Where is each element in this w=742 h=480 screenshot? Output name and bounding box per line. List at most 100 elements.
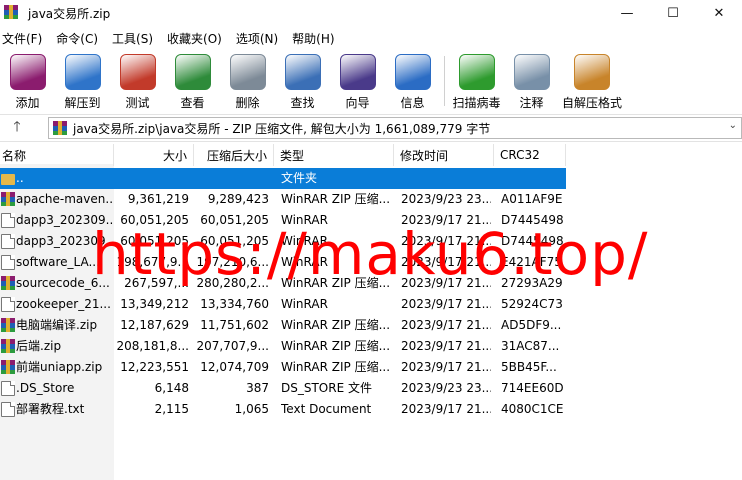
toolbar: 添加 解压到 测试 查看 删除 查找 向导 信息 扫描病毒 注释 自解压格式 (0, 50, 742, 112)
chevron-down-icon[interactable]: ⌄ (729, 120, 737, 131)
menu-commands[interactable]: 命令(C) (54, 30, 104, 47)
cell-crc: 4080C1CE (501, 402, 563, 416)
toolbar-button-1[interactable]: 解压到 (55, 50, 110, 112)
cell-modified: 2023/9/17 21... (401, 402, 491, 416)
path-text: java交易所.zip\java交易所 - ZIP 压缩文件, 解包大小为 1,… (73, 121, 491, 136)
cell-size: 2,115 (154, 402, 189, 416)
menu-options[interactable]: 选项(N) (234, 30, 284, 47)
table-row[interactable]: dapp3_202309... 60,051,205 60,051,205 WinRA… (0, 210, 566, 231)
cell-type: WinRAR ZIP 压缩... (281, 192, 389, 206)
toolbar-button-2[interactable]: 测试 (110, 50, 165, 112)
comment-icon (513, 54, 550, 90)
column-header-size[interactable]: 大小 (114, 144, 194, 166)
toolbar-label: 添加 (15, 96, 40, 110)
cell-name: .DS_Store (16, 381, 75, 395)
column-header-crc32[interactable]: CRC32 (494, 144, 566, 166)
cell-name: sourcecode_6... (16, 276, 110, 290)
cell-name: 部署教程.txt (16, 402, 85, 416)
cell-modified (401, 168, 491, 189)
winrar-zip-icon (1, 276, 15, 291)
cell-packed: 12,074,709 (200, 360, 269, 374)
cell-size: 13,349,212 (120, 297, 189, 311)
toolbar-button-5[interactable]: 查找 (275, 50, 330, 112)
table-row[interactable]: sourcecode_6... 267,597,... 280,280,2... Wi… (0, 273, 566, 294)
table-row[interactable]: dapp3_202309... 60,051,205 60,051,205 WinRA… (0, 231, 566, 252)
table-row[interactable]: 部署教程.txt 2,115 1,065 Text Document 2023/9/17… (0, 399, 566, 420)
cell-name: 前端uniapp.zip (16, 360, 103, 374)
cell-name: dapp3_202309... (16, 213, 114, 227)
toolbar-button-7[interactable]: 信息 (385, 50, 440, 112)
path-field[interactable]: java交易所.zip\java交易所 - ZIP 压缩文件, 解包大小为 1,… (48, 117, 742, 139)
winrar-zip-icon (1, 192, 15, 207)
table-row[interactable]: .DS_Store 6,148 387 DS_STORE 文件 2023/9/23 23… (0, 378, 566, 399)
winrar-app-icon (4, 5, 20, 21)
cell-crc: 5BB45F... (501, 360, 557, 374)
cell-modified: 2023/9/17 21... (401, 255, 491, 269)
document-icon (1, 297, 15, 312)
toolbar-button-4[interactable]: 删除 (220, 50, 275, 112)
cell-name: .. (16, 171, 24, 185)
toolbar-button-8[interactable]: 扫描病毒 (449, 50, 504, 112)
table-row[interactable]: 前端uniapp.zip 12,223,551 12,074,709 WinRAR Z… (0, 357, 566, 378)
window-controls: — ☐ ✕ (604, 0, 742, 26)
cell-type: WinRAR (281, 234, 328, 248)
toolbar-button-0[interactable]: 添加 (0, 50, 55, 112)
cell-size: 12,187,629 (120, 318, 189, 332)
file-list[interactable]: 名称 大小 压缩后大小 类型 修改时间 CRC32 .. 文件夹 apache-ma… (0, 144, 742, 480)
column-header-packed[interactable]: 压缩后大小 (194, 144, 274, 166)
sfx-box-icon (574, 54, 610, 90)
cell-modified: 2023/9/17 21... (401, 318, 491, 332)
virus-scan-icon (458, 54, 495, 90)
table-row[interactable]: apache-maven... 9,361,219 9,289,423 WinRAR … (0, 189, 566, 210)
up-arrow-icon[interactable]: 🡑 (0, 115, 34, 141)
cell-packed: 13,334,760 (200, 297, 269, 311)
cell-name: zookeeper_21... (16, 297, 111, 311)
cell-type: 文件夹 (281, 171, 318, 185)
table-row[interactable]: 后端.zip 208,181,8... 207,707,9... WinRAR ZIP… (0, 336, 566, 357)
toolbar-button-3[interactable]: 查看 (165, 50, 220, 112)
cell-type: Text Document (281, 402, 372, 416)
minimize-button[interactable]: — (604, 0, 650, 26)
toolbar-label: 自解压格式 (561, 96, 622, 110)
table-row[interactable]: zookeeper_21... 13,349,212 13,334,760 WinRA… (0, 294, 566, 315)
table-row[interactable]: software_LA... 198,677,9... 197,210,6... Wi… (0, 252, 566, 273)
menu-bar: 文件(F) 命令(C) 工具(S) 收藏夹(O) 选项(N) 帮助(H) (0, 28, 742, 48)
cell-modified: 2023/9/17 21... (401, 234, 491, 248)
cell-crc: 31AC87... (501, 339, 560, 353)
cell-crc: D7445498 (501, 213, 563, 227)
title-bar: java交易所.zip — ☐ ✕ (0, 0, 742, 26)
menu-file[interactable]: 文件(F) (0, 30, 48, 47)
wizard-wand-icon (339, 54, 376, 90)
cell-type: WinRAR ZIP 压缩... (281, 276, 389, 290)
column-header-name[interactable]: 名称 (0, 144, 114, 166)
maximize-button[interactable]: ☐ (650, 0, 696, 26)
toolbar-label: 扫描病毒 (452, 96, 501, 110)
menu-favorites[interactable]: 收藏夹(O) (165, 30, 228, 47)
cell-name: dapp3_202309... (16, 234, 114, 248)
table-row[interactable]: 电脑端编译.zip 12,187,629 11,751,602 WinRAR ZIP … (0, 315, 566, 336)
close-button[interactable]: ✕ (696, 0, 742, 26)
winrar-archive-icon (53, 121, 67, 135)
toolbar-button-9[interactable]: 注释 (504, 50, 559, 112)
magnifier-icon (284, 54, 321, 90)
cell-size: 12,223,551 (120, 360, 189, 374)
add-archive-icon (9, 54, 46, 90)
menu-help[interactable]: 帮助(H) (290, 30, 340, 47)
cell-crc: A011AF9E (501, 192, 563, 206)
folder-icon (1, 174, 15, 185)
toolbar-button-6[interactable]: 向导 (330, 50, 385, 112)
test-icon (119, 54, 156, 90)
cell-packed: 387 (246, 381, 269, 395)
document-icon (1, 234, 15, 249)
table-row[interactable]: .. 文件夹 (0, 168, 566, 189)
cell-type: DS_STORE 文件 (281, 381, 372, 395)
column-header-type[interactable]: 类型 (274, 144, 394, 166)
cell-modified: 2023/9/23 23... (401, 192, 491, 206)
menu-tools[interactable]: 工具(S) (110, 30, 159, 47)
column-header-modified[interactable]: 修改时间 (394, 144, 494, 166)
toolbar-label: 向导 (345, 96, 370, 110)
toolbar-label: 注释 (519, 96, 544, 110)
toolbar-button-10[interactable]: 自解压格式 (559, 50, 625, 112)
cell-size (114, 168, 189, 189)
cell-size: 9,361,219 (127, 192, 189, 206)
